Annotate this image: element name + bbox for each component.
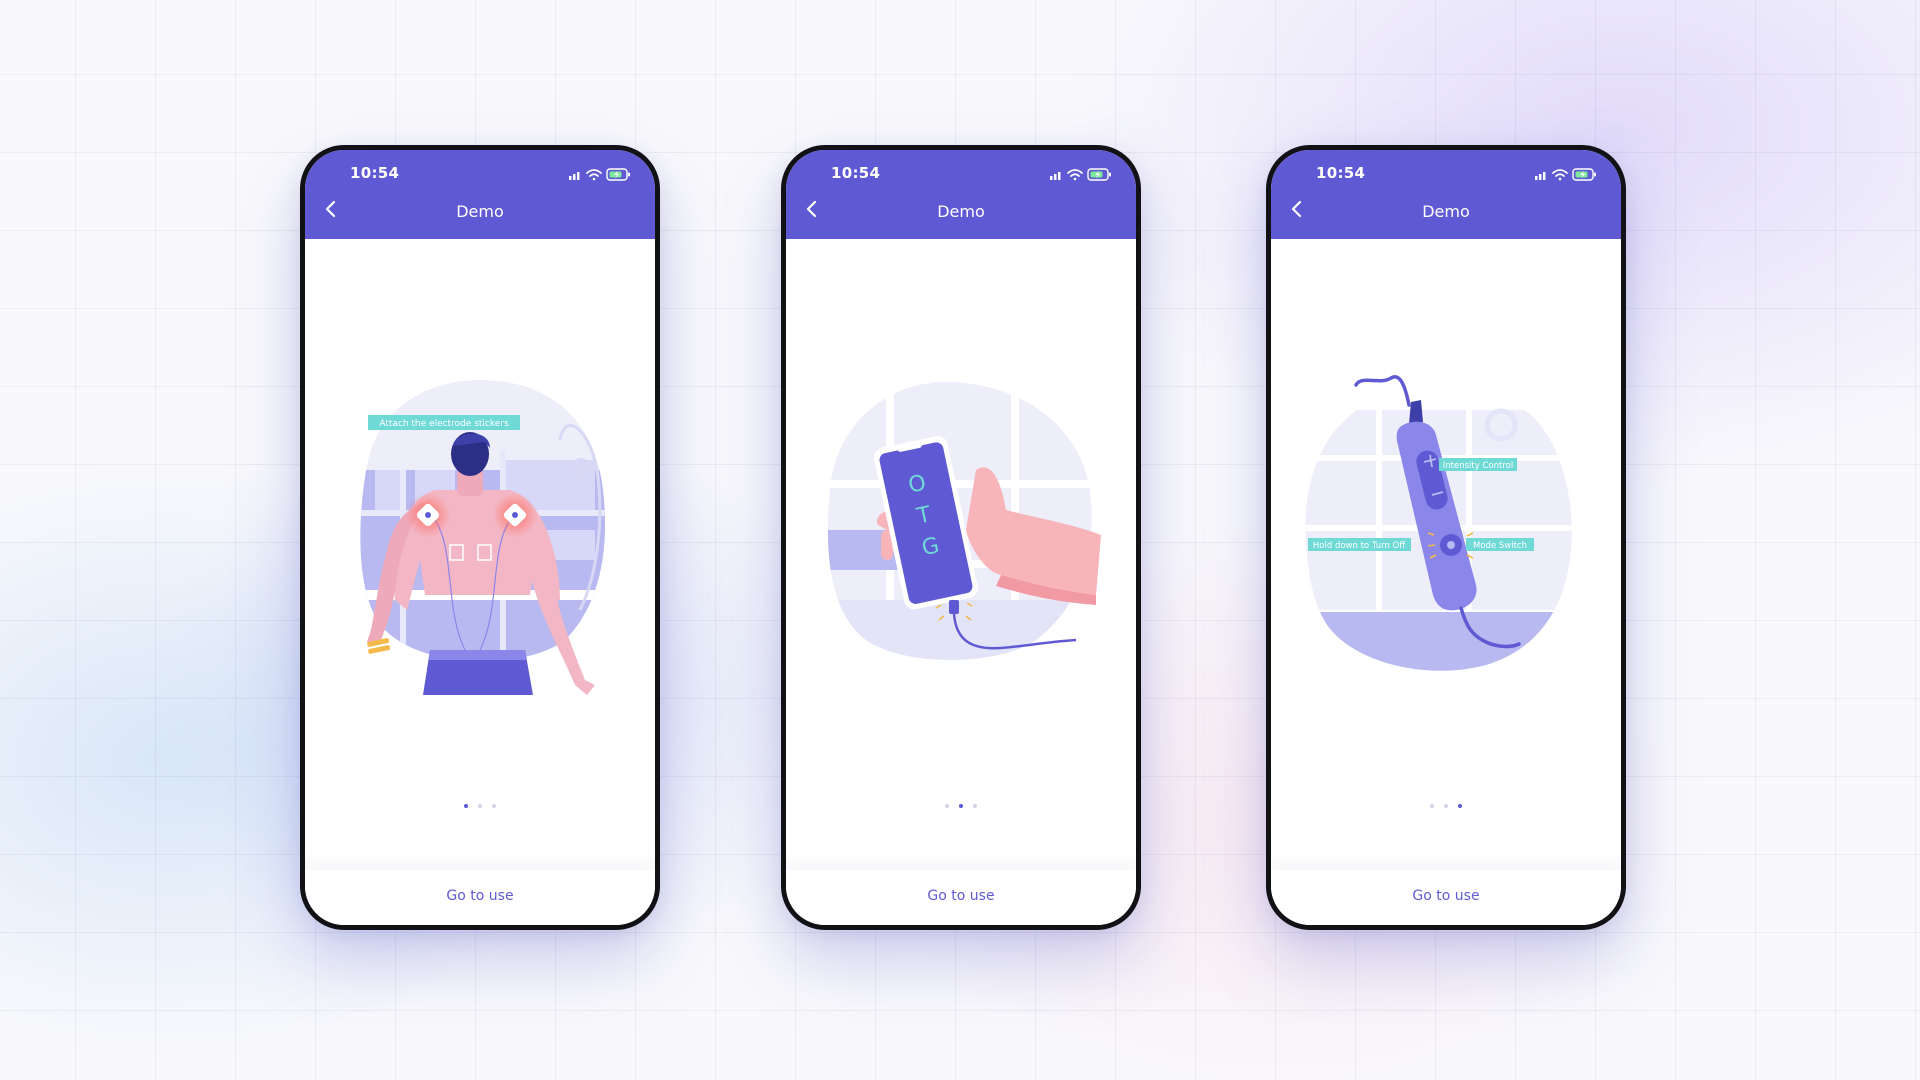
phone-screen-3: 10:54 Demo Intensity Control Hold down t… xyxy=(1266,145,1626,930)
label-hold-to-turn-off: Hold down to Turn Off xyxy=(1308,538,1411,551)
wifi-icon xyxy=(586,169,602,181)
page-dot-2 xyxy=(478,803,482,808)
phone-screen-1: 10:54 Demo Attach the electrode stickers… xyxy=(300,145,660,930)
battery-charging-icon xyxy=(606,168,630,181)
phone-screen-2: 10:54 Demo O T G Go to use xyxy=(781,145,1141,930)
svg-text:Hold down to Turn Off: Hold down to Turn Off xyxy=(1313,541,1406,551)
status-icons xyxy=(569,168,630,181)
page-dot-3 xyxy=(1458,803,1462,808)
illustration-otg-connect: O T G xyxy=(827,381,1101,660)
signal-icon xyxy=(1050,172,1061,180)
page-dot-3 xyxy=(973,803,977,808)
status-icons xyxy=(1050,168,1111,181)
wifi-icon xyxy=(1067,169,1083,181)
signal-icon xyxy=(569,172,580,180)
go-to-use-button[interactable]: Go to use xyxy=(786,888,1136,904)
page-title: Demo xyxy=(456,202,504,221)
battery-charging-icon xyxy=(1087,168,1111,181)
electrode-glow-right xyxy=(493,493,537,537)
label-mode-switch: Mode Switch xyxy=(1466,538,1534,551)
label-intensity-control: Intensity Control xyxy=(1439,458,1517,471)
svg-text:Intensity Control: Intensity Control xyxy=(1443,461,1513,471)
go-to-use-button[interactable]: Go to use xyxy=(305,888,655,904)
status-icons xyxy=(1535,168,1596,181)
footer-bar: Go to use xyxy=(305,870,655,925)
page-title: Demo xyxy=(937,202,985,221)
page-dot-2 xyxy=(959,803,963,808)
page-dot-2 xyxy=(1444,803,1448,808)
illustration-electrode-attach: Attach the electrode stickers xyxy=(360,380,606,695)
go-to-use-button[interactable]: Go to use xyxy=(1271,888,1621,904)
page-indicator xyxy=(786,795,1136,808)
footer-bar: Go to use xyxy=(1271,870,1621,925)
status-time: 10:54 xyxy=(350,164,400,182)
page-dot-1 xyxy=(945,803,949,808)
wifi-icon xyxy=(1552,169,1568,181)
electrode-glow-left xyxy=(406,493,450,537)
battery-charging-icon xyxy=(1572,168,1596,181)
page-dot-3 xyxy=(492,803,496,808)
illustration-controller: Intensity Control Hold down to Turn Off … xyxy=(1305,375,1572,671)
page-dot-1 xyxy=(1430,803,1434,808)
app-bar: 10:54 Demo xyxy=(305,150,655,239)
label-attach-electrodes: Attach the electrode stickers xyxy=(368,415,520,430)
svg-text:Mode Switch: Mode Switch xyxy=(1473,541,1527,551)
page-title: Demo xyxy=(1422,202,1470,221)
svg-text:Attach the electrode stickers: Attach the electrode stickers xyxy=(379,419,509,429)
page-indicator xyxy=(1271,795,1621,808)
page-dot-1 xyxy=(464,803,468,808)
app-bar: 10:54 Demo xyxy=(1271,150,1621,239)
status-time: 10:54 xyxy=(1316,164,1366,182)
footer-bar: Go to use xyxy=(786,870,1136,925)
app-bar: 10:54 Demo xyxy=(786,150,1136,239)
signal-icon xyxy=(1535,172,1546,180)
page-indicator xyxy=(305,795,655,808)
status-time: 10:54 xyxy=(831,164,881,182)
